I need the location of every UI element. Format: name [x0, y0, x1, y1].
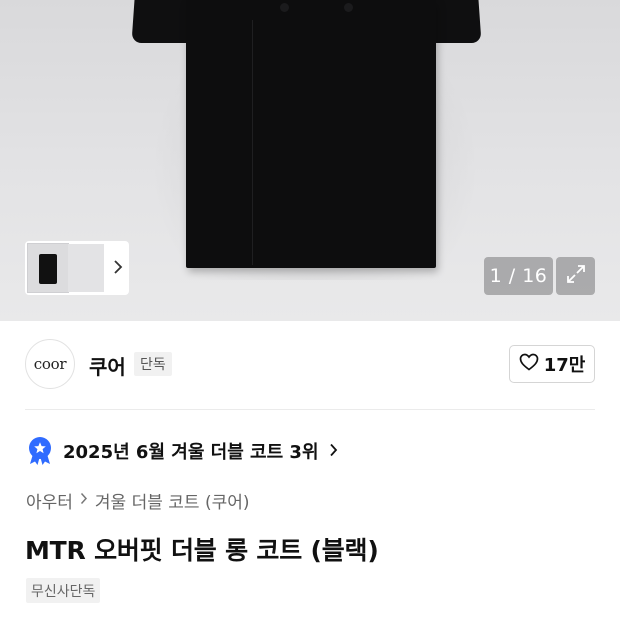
product-image-gallery[interactable]: 1 / 16: [0, 0, 620, 321]
coat-button: [344, 3, 353, 12]
like-button[interactable]: 17만: [509, 345, 595, 383]
expand-icon: [565, 263, 587, 289]
exclusive-badge: 단독: [134, 352, 172, 376]
exclusive-tag: 무신사단독: [26, 578, 101, 603]
chevron-right-icon[interactable]: [113, 259, 123, 278]
ranking-link[interactable]: 2025년 6월 겨울 더블 코트 3위: [27, 436, 338, 466]
thumbnail-2[interactable]: [68, 244, 90, 292]
product-title: MTR 오버핏 더블 롱 코트 (블랙): [25, 536, 379, 565]
ranking-text: 2025년 6월 겨울 더블 코트 3위: [63, 442, 319, 463]
breadcrumb: 아우터 겨울 더블 코트 (쿠어): [26, 488, 250, 513]
thumbnail-strip[interactable]: [25, 241, 129, 295]
brand-name[interactable]: 쿠어: [89, 351, 126, 380]
breadcrumb-item-category[interactable]: 겨울 더블 코트 (쿠어): [95, 488, 250, 513]
divider: [25, 409, 595, 410]
coat-button: [280, 3, 289, 12]
chevron-right-icon: [329, 442, 338, 461]
coat-seam: [252, 20, 253, 265]
ranking-badge-icon: [27, 436, 53, 466]
breadcrumb-item-outer[interactable]: 아우터: [26, 488, 73, 513]
expand-button[interactable]: [556, 257, 595, 295]
product-image-coat: [186, 0, 436, 268]
thumbnail-3[interactable]: [90, 244, 104, 292]
image-counter: 1 / 16: [484, 257, 553, 295]
chevron-right-icon: [80, 492, 88, 509]
thumbnail-1[interactable]: [27, 243, 69, 293]
brand-row: coor 쿠어 단독 17만: [25, 338, 595, 390]
heart-icon: [519, 353, 539, 376]
brand-logo[interactable]: coor: [25, 339, 75, 389]
like-count: 17만: [543, 355, 586, 376]
